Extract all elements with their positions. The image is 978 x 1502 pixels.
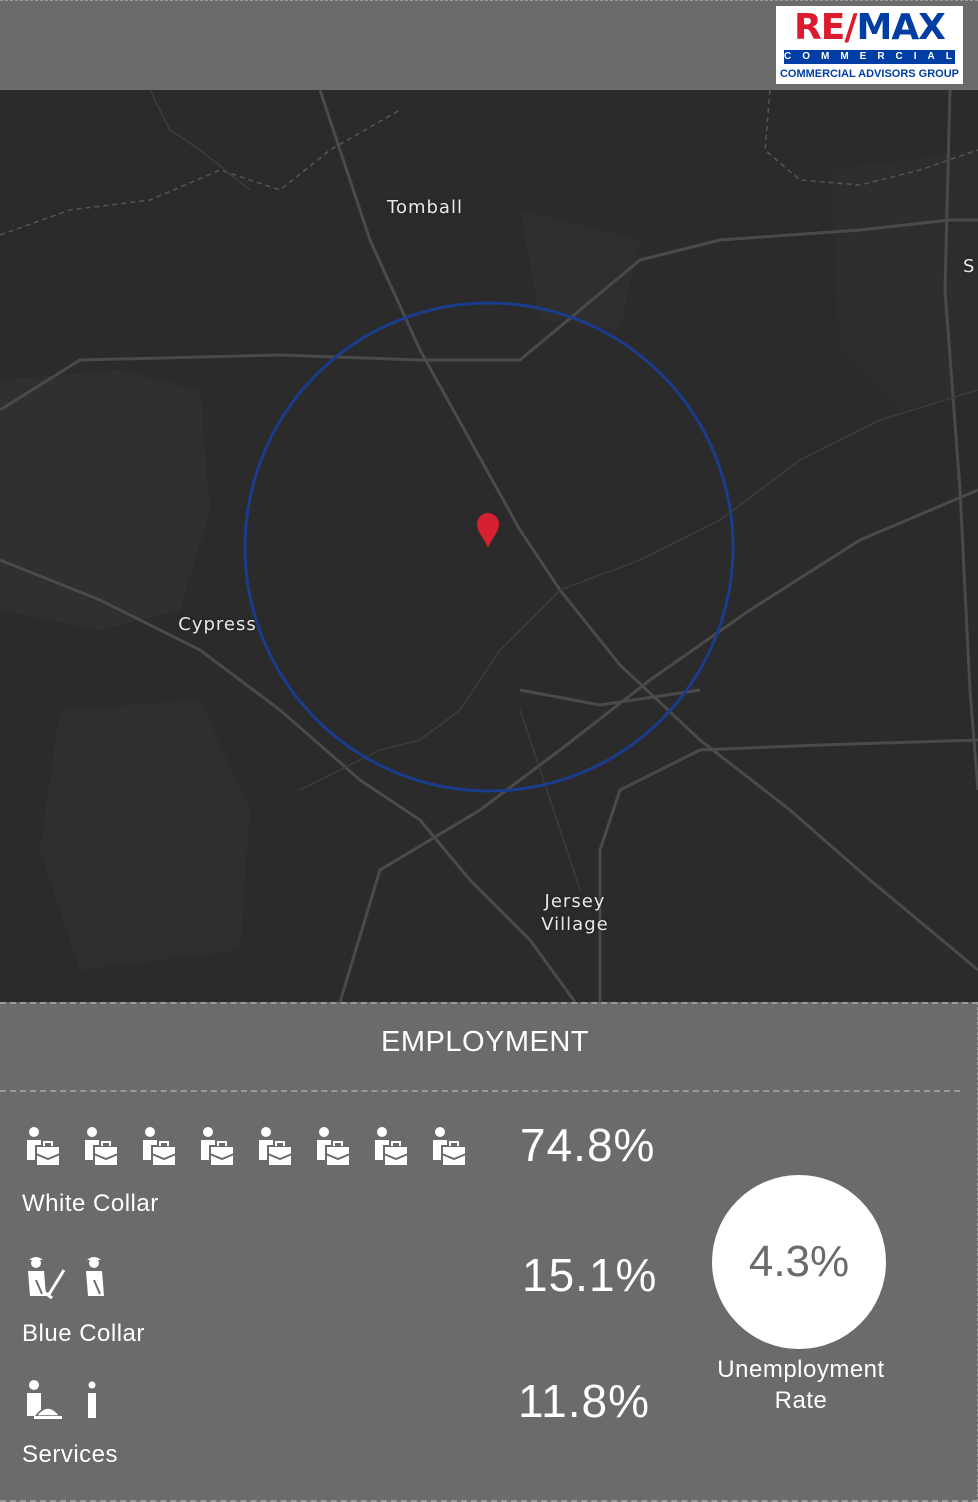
location-pin-icon[interactable] xyxy=(477,513,499,548)
employment-title: EMPLOYMENT xyxy=(380,1026,590,1058)
services-label: Services xyxy=(22,1441,119,1468)
blue-collar-percent: 15.1% xyxy=(522,1249,658,1301)
office-worker-icon xyxy=(80,1126,138,1170)
map-label-cypress: Cypress xyxy=(178,614,257,635)
employment-panel: EMPLOYMENT 74.8% White Collar 15.1% Blue… xyxy=(0,1002,978,1502)
map-canvas xyxy=(0,90,978,1002)
laborer-icon xyxy=(22,1256,80,1300)
unemployment-rate-circle: 4.3% xyxy=(712,1175,886,1349)
remax-logo: RE/MAX COMMERCIAL COMMERCIAL ADVISORS GR… xyxy=(776,6,963,84)
office-worker-icon xyxy=(370,1126,428,1170)
unemployment-rate-label: Unemployment Rate xyxy=(690,1354,912,1416)
service-worker-icon xyxy=(22,1378,80,1422)
white-collar-label: White Collar xyxy=(22,1190,159,1217)
header-bar: RE/MAX COMMERCIAL COMMERCIAL ADVISORS GR… xyxy=(0,0,978,90)
logo-text-commercial: COMMERCIAL xyxy=(784,50,963,64)
logo-text-max: MAX xyxy=(856,7,946,48)
page: RE/MAX COMMERCIAL COMMERCIAL ADVISORS GR… xyxy=(0,0,978,1502)
map-label-edge: S xyxy=(963,256,976,277)
logo-text-group: COMMERCIAL ADVISORS GROUP xyxy=(779,68,960,80)
map-label-tomball: Tomball xyxy=(387,197,463,218)
map-label-village: Village xyxy=(541,914,609,935)
office-worker-icon xyxy=(312,1126,370,1170)
unemployment-label-line2: Rate xyxy=(774,1387,828,1414)
office-worker-icon xyxy=(138,1126,196,1170)
office-worker-icon xyxy=(196,1126,254,1170)
blue-collar-label: Blue Collar xyxy=(22,1320,145,1347)
map-label-jersey: Jersey xyxy=(544,891,606,912)
unemployment-label-line1: Unemployment xyxy=(717,1356,885,1383)
services-icons xyxy=(22,1378,138,1422)
radius-ring xyxy=(243,301,735,793)
map-view[interactable]: Tomball Cypress Jersey Village S xyxy=(0,90,978,1002)
service-worker-icon xyxy=(80,1378,138,1422)
logo-text-re: RE/ xyxy=(794,7,857,48)
office-worker-icon xyxy=(428,1126,486,1170)
blue-collar-icons xyxy=(22,1256,138,1300)
white-collar-icons xyxy=(22,1126,486,1170)
section-divider xyxy=(0,1090,960,1092)
laborer-icon xyxy=(80,1256,138,1300)
white-collar-percent: 74.8% xyxy=(520,1119,656,1171)
office-worker-icon xyxy=(254,1126,312,1170)
office-worker-icon xyxy=(22,1126,80,1170)
services-percent: 11.8% xyxy=(518,1375,651,1427)
